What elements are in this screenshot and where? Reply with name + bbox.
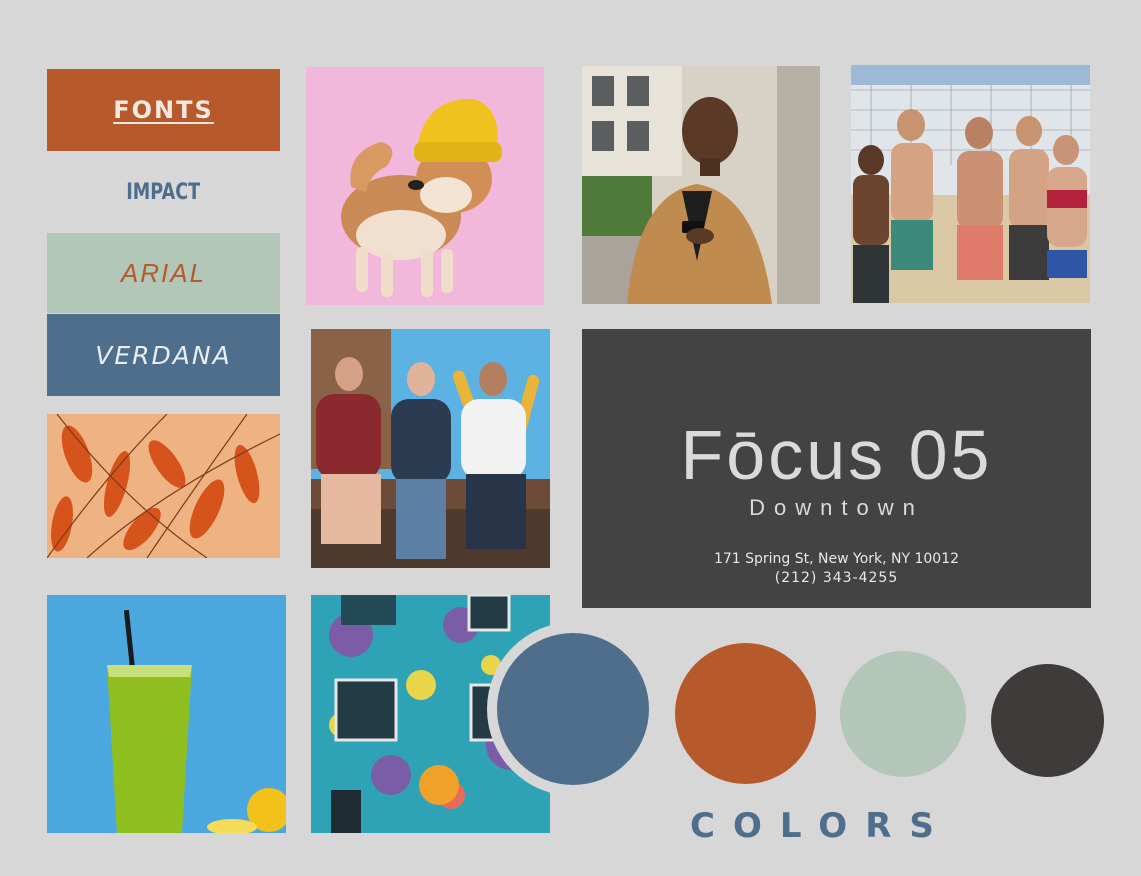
swatch-blue [497,633,649,785]
brand-phone: (212) 343-4255 [774,570,899,586]
arial-font-text: ARIAL [120,257,207,288]
fonts-heading-text: FONTS [113,96,214,124]
impact-font-text: IMPACT [126,179,201,205]
photo-man-with-phone [582,66,820,304]
brand-card: Fōcus 05 Downtown 171 Spring St, New Yor… [582,329,1091,608]
verdana-font-text: VERDANA [95,340,232,370]
brand-name: Fōcus 05 [680,416,993,494]
photo-friends-on-bench [311,329,550,568]
photo-orange-leaves [47,414,280,558]
brand-address: 171 Spring St, New York, NY 10012 [713,551,960,567]
photo-beach-friends [851,65,1090,303]
swatch-sage [840,651,966,777]
photo-green-drink [47,595,286,833]
arial-font-sample: ARIAL [47,233,280,313]
impact-font-sample: IMPACT [47,151,280,233]
swatch-orange [675,643,816,784]
swatch-charcoal [991,664,1104,777]
brand-subtitle: Downtown [749,495,924,520]
fonts-heading: FONTS [47,69,280,151]
colors-heading: COLORS [690,806,952,846]
verdana-font-sample: VERDANA [47,314,280,396]
photo-shiba-dog [306,67,544,305]
